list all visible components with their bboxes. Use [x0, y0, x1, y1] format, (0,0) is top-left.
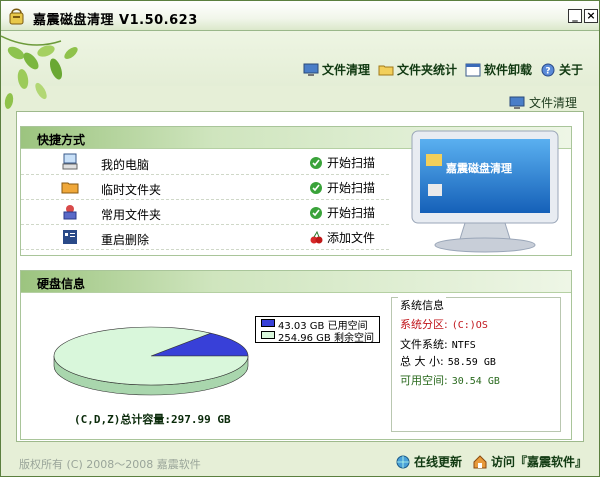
legend-used: 43.03 GB 已用空间	[256, 317, 379, 332]
window-icon	[465, 63, 481, 76]
free-space-row: 可用空间: 30.54 GB	[400, 372, 500, 388]
add-file-button[interactable]: 添加文件	[309, 229, 375, 246]
system-partition-label: 系统分区:	[400, 318, 448, 331]
folder-icon	[61, 182, 79, 194]
total-size-row: 总 大 小: 58.59 GB	[400, 353, 496, 369]
scan-button-label: 开始扫描	[327, 156, 376, 170]
recycle-icon	[63, 230, 77, 244]
scan-button-label: 开始扫描	[327, 181, 376, 195]
quick-item-reboot-delete: 重启删除 添加文件	[21, 225, 389, 250]
help-icon: ?	[541, 63, 555, 76]
legend-free-swatch	[261, 331, 275, 339]
file-system-row: 文件系统: NTFS	[400, 336, 476, 352]
scan-button-temp-folder[interactable]: 开始扫描	[309, 179, 375, 196]
add-file-label: 添加文件	[327, 231, 376, 245]
quick-item-common-folder: 常用文件夹 开始扫描	[21, 200, 389, 225]
quick-item-label: 临时文件夹	[101, 183, 162, 197]
nav-folder-stats[interactable]: 文件夹统计	[378, 61, 457, 78]
online-update-link[interactable]: 在线更新	[395, 453, 462, 470]
nav-file-clean-label: 文件清理	[321, 63, 370, 77]
total-size-label: 总 大 小:	[400, 355, 444, 368]
monitor-label: 嘉震磁盘清理	[445, 161, 512, 175]
close-button[interactable]: ×	[584, 9, 598, 23]
check-icon	[310, 181, 322, 194]
check-icon	[310, 156, 322, 169]
app-window: 嘉震磁盘清理 V1.50.623 _ × 文件清理 文件夹统计 软件卸载 ? 关…	[0, 0, 600, 477]
monitor-icon	[303, 63, 319, 76]
nav-folder-stats-label: 文件夹统计	[396, 63, 457, 77]
app-icon	[9, 8, 24, 25]
window-title: 嘉震磁盘清理 V1.50.623	[33, 13, 198, 28]
visit-site-link[interactable]: 访问『嘉震软件』	[472, 453, 587, 470]
title-bar[interactable]: 嘉震磁盘清理 V1.50.623 _ ×	[1, 1, 599, 31]
top-nav: 文件清理 文件夹统计 软件卸载 ? 关于	[303, 61, 583, 78]
folder-icon	[378, 65, 394, 75]
scan-button-my-computer[interactable]: 开始扫描	[309, 154, 375, 171]
online-update-label: 在线更新	[413, 455, 462, 469]
total-size-value: 58.59 GB	[447, 357, 496, 368]
visit-site-label: 访问『嘉震软件』	[490, 455, 587, 469]
quick-item-temp-folder: 临时文件夹 开始扫描	[21, 175, 389, 200]
quick-list: 我的电脑 开始扫描 临时文件夹 开始扫描 常用文件夹 开始扫描 重启删除 添加文…	[21, 150, 389, 250]
computer-icon	[62, 153, 78, 170]
file-system-value: NTFS	[451, 340, 476, 351]
quick-item-label: 我的电脑	[101, 158, 150, 172]
system-info-title: 系统信息	[398, 297, 446, 313]
monitor-illustration: 嘉震磁盘清理	[411, 130, 559, 253]
scan-button-common-folder[interactable]: 开始扫描	[309, 204, 375, 221]
cherry-icon	[310, 230, 323, 243]
check-icon	[310, 206, 322, 219]
nav-file-clean[interactable]: 文件清理	[303, 61, 370, 78]
quick-item-label: 重启删除	[101, 233, 150, 247]
nav-about[interactable]: ? 关于	[540, 61, 583, 78]
legend-used-swatch	[261, 319, 275, 327]
legend-free-label: 254.96 GB 剩余空间	[278, 333, 374, 344]
scan-button-label: 开始扫描	[327, 206, 376, 220]
breadcrumb: 文件清理	[509, 94, 577, 111]
system-partition-value: (C:)OS	[451, 320, 488, 331]
file-system-label: 文件系统:	[400, 338, 448, 351]
nav-about-label: 关于	[558, 63, 583, 77]
free-space-value: 30.54 GB	[451, 376, 500, 387]
breadcrumb-label: 文件清理	[528, 96, 577, 110]
svg-text:?: ?	[545, 66, 550, 76]
shared-folder-icon	[63, 205, 77, 220]
disk-section-title: 硬盘信息	[21, 271, 571, 293]
home-icon	[473, 454, 487, 468]
chart-legend: 43.03 GB 已用空间 254.96 GB 剩余空间	[255, 316, 380, 344]
minimize-button[interactable]: _	[568, 9, 582, 23]
legend-free: 254.96 GB 剩余空间	[256, 329, 379, 344]
nav-uninstall-label: 软件卸载	[483, 63, 532, 77]
footer-links: 在线更新 访问『嘉震软件』	[395, 453, 587, 470]
total-capacity: (C,D,Z)总计容量:297.99 GB	[74, 413, 231, 426]
free-space-label: 可用空间:	[400, 374, 448, 387]
nav-uninstall[interactable]: 软件卸载	[465, 61, 532, 78]
quick-item-my-computer: 我的电脑 开始扫描	[21, 150, 389, 175]
system-partition-row: 系统分区: (C:)OS	[400, 316, 488, 332]
system-info-box: 系统信息 系统分区: (C:)OS 文件系统: NTFS 总 大 小: 58.59 G…	[391, 297, 561, 432]
monitor-icon	[509, 96, 525, 109]
copyright-text: 版权所有 (C) 2008～2008 嘉震软件	[19, 458, 201, 471]
quick-item-label: 常用文件夹	[101, 208, 162, 222]
disk-pie-chart	[53, 326, 249, 396]
globe-icon	[396, 455, 410, 468]
leaves-decoration	[1, 35, 78, 109]
